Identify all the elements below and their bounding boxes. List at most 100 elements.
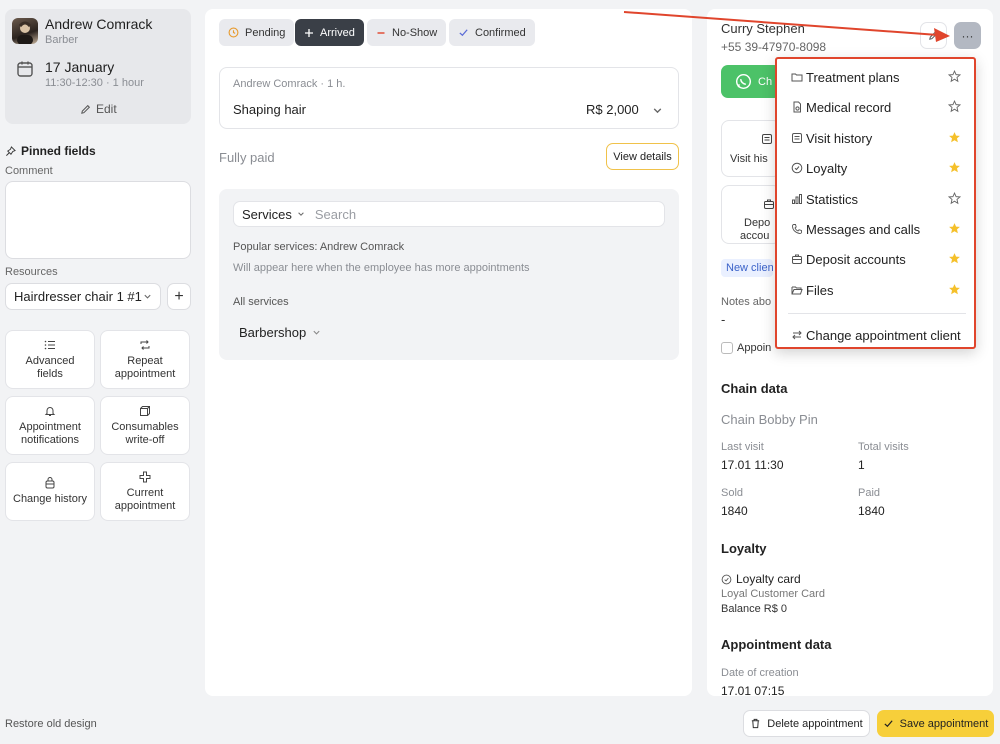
popular-services-hint: Will appear here when the employee has m… xyxy=(233,262,530,274)
save-appointment-button[interactable]: Save appointment xyxy=(877,710,994,737)
menu-item-treatment-plans[interactable]: Treatment plans xyxy=(789,64,971,90)
loyalty-card-label: Loyalty card xyxy=(736,572,801,586)
star-filled-icon[interactable] xyxy=(948,161,961,174)
star-outline-icon[interactable] xyxy=(948,70,961,83)
check-icon xyxy=(458,27,469,38)
status-confirmed-label: Confirmed xyxy=(475,26,526,39)
edit-appointment-button[interactable]: Edit xyxy=(80,102,117,116)
employee-avatar xyxy=(12,18,38,44)
resources-label: Resources xyxy=(5,266,58,278)
delete-label: Delete appointment xyxy=(767,717,863,730)
folder-open-icon xyxy=(789,284,805,296)
client-options-menu: Treatment plans Medical record Visit his… xyxy=(775,57,976,349)
restore-old-design-link[interactable]: Restore old design xyxy=(5,718,97,730)
add-resource-button[interactable]: + xyxy=(167,283,191,310)
status-pending-label: Pending xyxy=(245,26,286,39)
resource-select[interactable]: Hairdresser chair 1 #1 xyxy=(5,283,161,310)
loyalty-heading: Loyalty xyxy=(721,541,767,556)
tile-label: accou xyxy=(740,230,770,242)
menu-item-deposit-accounts[interactable]: Deposit accounts xyxy=(789,246,971,272)
bell-icon xyxy=(44,405,56,417)
comment-label: Comment xyxy=(5,165,53,177)
menu-item-label: Treatment plans xyxy=(806,69,900,85)
chevron-down-icon xyxy=(297,210,305,218)
service-card[interactable] xyxy=(219,67,679,129)
briefcase-icon xyxy=(789,253,805,265)
paid-value: 1840 xyxy=(858,504,885,518)
folder-icon xyxy=(789,71,805,83)
consumables-write-off-tile[interactable]: Consumables write-off xyxy=(100,396,190,455)
loyalty-card-title: Loyalty card xyxy=(721,572,801,586)
status-arrived-label: Arrived xyxy=(320,26,355,39)
star-filled-icon[interactable] xyxy=(948,283,961,296)
appointment-date: 17 January xyxy=(45,59,115,75)
status-confirmed-button[interactable]: Confirmed xyxy=(449,19,535,46)
status-no-show-label: No-Show xyxy=(392,26,438,39)
service-meta: Andrew Comrack · 1 h. xyxy=(233,78,346,90)
status-no-show-button[interactable]: No-Show xyxy=(367,19,447,46)
menu-item-change-client[interactable]: Change appointment client xyxy=(789,322,971,348)
minus-icon xyxy=(376,28,386,38)
delete-appointment-button[interactable]: Delete appointment xyxy=(743,710,870,737)
services-search-bar[interactable]: Services Search xyxy=(233,201,665,227)
date-of-creation-value: 17.01 07:15 xyxy=(721,684,785,698)
pin-icon xyxy=(5,145,16,157)
employee-name: Andrew Comrack xyxy=(45,16,153,32)
service-price: R$ 2,000 xyxy=(586,102,639,117)
menu-item-label: Messages and calls xyxy=(806,221,921,237)
checkbox-box[interactable] xyxy=(721,342,733,354)
appointment-data-heading: Appointment data xyxy=(721,637,832,652)
menu-item-statistics[interactable]: Statistics xyxy=(789,186,971,212)
employee-role: Barber xyxy=(45,34,79,46)
resource-value: Hairdresser chair 1 #1 xyxy=(14,289,142,304)
chevron-down-icon[interactable] xyxy=(652,105,663,116)
status-pending-button[interactable]: Pending xyxy=(219,19,295,46)
last-visit-label: Last visit xyxy=(721,441,764,453)
last-visit-value: 17.01 11:30 xyxy=(721,458,784,472)
current-appointment-tile[interactable]: Current appointment xyxy=(100,462,190,521)
star-outline-icon[interactable] xyxy=(948,192,961,205)
paid-label: Paid xyxy=(858,487,881,499)
loyalty-icon xyxy=(721,574,732,585)
swap-icon xyxy=(789,329,805,341)
menu-item-visit-history[interactable]: Visit history xyxy=(789,125,971,151)
pinned-fields-label: Pinned fields xyxy=(21,144,96,158)
star-filled-icon[interactable] xyxy=(948,222,961,235)
appointment-notifications-tile[interactable]: Appointment notifications xyxy=(5,396,95,455)
menu-item-loyalty[interactable]: Loyalty xyxy=(789,155,971,181)
deposit-accounts-tile[interactable]: Depo accou xyxy=(721,185,781,244)
services-search-input[interactable]: Search xyxy=(315,207,356,222)
category-barbershop[interactable]: Barbershop xyxy=(239,325,321,340)
star-filled-icon[interactable] xyxy=(948,252,961,265)
status-arrived-button[interactable]: Arrived xyxy=(295,19,364,46)
appointment-checkbox[interactable]: Appoin xyxy=(721,342,771,354)
menu-item-files[interactable]: Files xyxy=(789,277,971,303)
pinned-fields-heading: Pinned fields xyxy=(5,144,96,158)
history-icon xyxy=(44,477,56,489)
tile-label: Visit his xyxy=(730,153,768,165)
sold-value: 1840 xyxy=(721,504,748,518)
medical-record-icon xyxy=(789,101,805,113)
annotation-arrow xyxy=(620,8,960,48)
check-icon xyxy=(883,718,894,729)
trash-icon xyxy=(750,718,761,729)
checkbox-label: Appoin xyxy=(737,342,772,354)
advanced-fields-tile[interactable]: Advanced fields xyxy=(5,330,95,389)
menu-item-messages-and-calls[interactable]: Messages and calls xyxy=(789,216,971,242)
change-history-tile[interactable]: Change history xyxy=(5,462,95,521)
popular-services-title: Popular services: Andrew Comrack xyxy=(233,241,405,253)
view-details-button[interactable]: View details xyxy=(606,143,679,170)
comment-textarea[interactable] xyxy=(5,181,191,259)
star-outline-icon[interactable] xyxy=(948,100,961,113)
date-of-creation-label: Date of creation xyxy=(721,667,799,679)
total-visits-label: Total visits xyxy=(858,441,909,453)
phone-icon xyxy=(789,223,805,235)
menu-item-medical-record[interactable]: Medical record xyxy=(789,94,971,120)
repeat-appointment-tile[interactable]: Repeat appointment xyxy=(100,330,190,389)
star-filled-icon[interactable] xyxy=(948,131,961,144)
chain-data-heading: Chain data xyxy=(721,381,788,396)
visit-history-tile[interactable]: Visit his xyxy=(721,120,781,177)
menu-item-label: Visit history xyxy=(806,130,873,146)
services-dropdown[interactable]: Services xyxy=(242,207,305,222)
whatsapp-chat-button[interactable]: Ch xyxy=(721,65,781,98)
